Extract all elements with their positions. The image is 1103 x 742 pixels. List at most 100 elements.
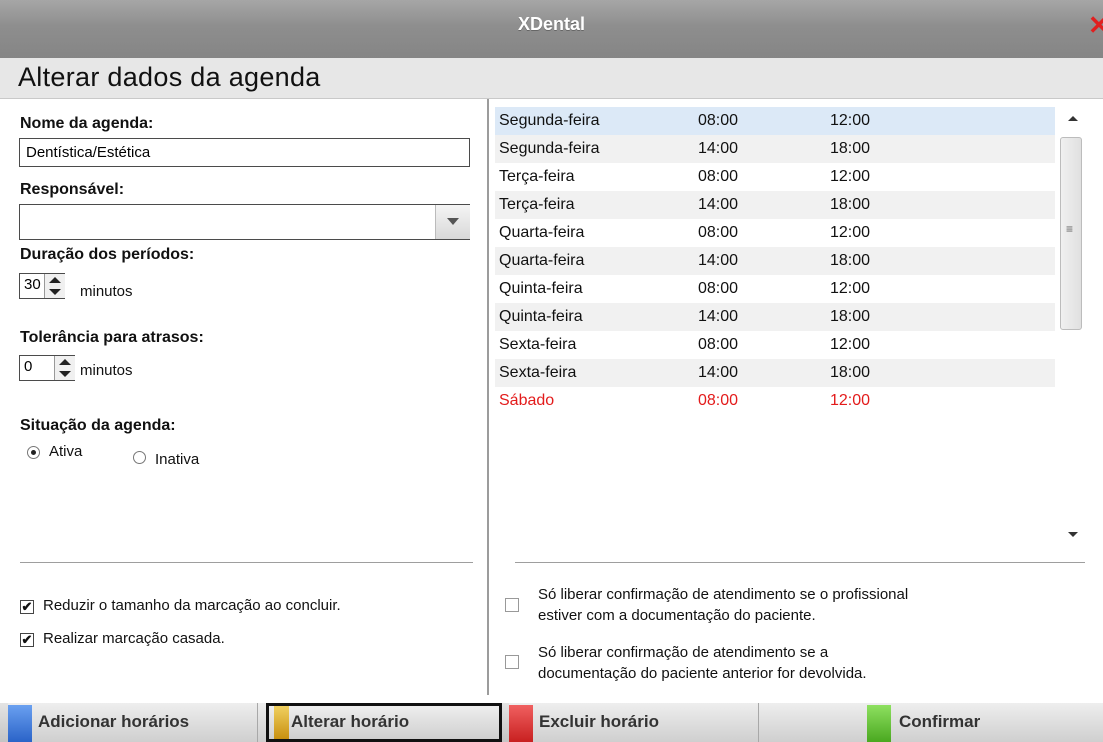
chevron-down-icon[interactable] bbox=[435, 205, 470, 239]
adicionar-label: Adicionar horários bbox=[38, 712, 190, 731]
schedule-end: 18:00 bbox=[830, 364, 871, 381]
blue-indicator bbox=[8, 705, 32, 742]
schedule-day: Quarta-feira bbox=[499, 252, 585, 269]
duracao-unit: minutos bbox=[80, 283, 133, 300]
red-indicator bbox=[509, 705, 533, 742]
reduzir-checkbox[interactable]: ✔ bbox=[20, 600, 34, 614]
schedule-row[interactable]: Sábado 08:00 12:00 bbox=[495, 387, 1055, 415]
schedule-row[interactable]: Quarta-feira 08:00 12:00 bbox=[495, 219, 1055, 247]
situacao-inativa-radio[interactable] bbox=[133, 451, 146, 464]
opt2-checkbox[interactable] bbox=[505, 655, 519, 669]
schedule-row[interactable]: Terça-feira 08:00 12:00 bbox=[495, 163, 1055, 191]
schedule-row[interactable]: Segunda-feira 14:00 18:00 bbox=[495, 135, 1055, 163]
schedule-row[interactable]: Quarta-feira 14:00 18:00 bbox=[495, 247, 1055, 275]
schedule-day: Segunda-feira bbox=[499, 112, 600, 129]
situacao-ativa-radio[interactable] bbox=[27, 446, 40, 459]
left-separator bbox=[20, 562, 473, 563]
responsavel-label: Responsável: bbox=[20, 181, 125, 198]
opt1-text: Só liberar confirmação de atendimento se… bbox=[538, 584, 908, 626]
schedule-start: 14:00 bbox=[698, 364, 739, 381]
panel-divider bbox=[487, 99, 489, 695]
schedule-end: 12:00 bbox=[830, 392, 871, 409]
opt1-line1: Só liberar confirmação de atendimento se… bbox=[538, 586, 909, 603]
schedule-end: 18:00 bbox=[830, 140, 871, 157]
schedule-day: Sexta-feira bbox=[499, 336, 577, 353]
situacao-label: Situação da agenda: bbox=[20, 417, 176, 434]
schedule-day: Sábado bbox=[499, 392, 555, 409]
schedule-row[interactable]: Quinta-feira 14:00 18:00 bbox=[495, 303, 1055, 331]
responsavel-select[interactable] bbox=[19, 204, 470, 240]
schedule-start: 14:00 bbox=[698, 308, 739, 325]
schedule-start: 08:00 bbox=[698, 168, 739, 185]
opt2-line2: documentação do paciente anterior for de… bbox=[538, 665, 867, 682]
confirmar-button[interactable]: Confirmar bbox=[867, 703, 1103, 742]
duracao-label: Duração dos períodos: bbox=[20, 246, 195, 263]
schedule-day: Quinta-feira bbox=[499, 280, 583, 297]
schedule-day: Sexta-feira bbox=[499, 364, 577, 381]
close-icon[interactable]: ✕ bbox=[1088, 12, 1103, 38]
schedule-start: 14:00 bbox=[698, 140, 739, 157]
nome-label: Nome da agenda: bbox=[20, 115, 154, 132]
situacao-inativa-label: Inativa bbox=[155, 451, 200, 468]
schedule-row[interactable]: Sexta-feira 14:00 18:00 bbox=[495, 359, 1055, 387]
arrow-up-icon[interactable] bbox=[45, 274, 65, 286]
scroll-thumb[interactable] bbox=[1060, 137, 1082, 330]
casada-label: Realizar marcação casada. bbox=[43, 630, 225, 647]
schedule-row[interactable]: Quinta-feira 08:00 12:00 bbox=[495, 275, 1055, 303]
schedule-start: 14:00 bbox=[698, 252, 739, 269]
yellow-indicator bbox=[274, 706, 289, 739]
footer-spacer-2 bbox=[759, 703, 867, 742]
schedule-day: Terça-feira bbox=[499, 196, 575, 213]
confirmar-label: Confirmar bbox=[899, 712, 981, 731]
schedule-start: 08:00 bbox=[698, 112, 739, 129]
vertical-scrollbar[interactable] bbox=[1057, 104, 1087, 552]
window-title: XDental bbox=[517, 14, 586, 34]
excluir-horario-button[interactable]: Excluir horário bbox=[509, 703, 759, 742]
tolerancia-spin-buttons[interactable] bbox=[54, 356, 75, 380]
schedule-start: 08:00 bbox=[698, 336, 739, 353]
casada-checkbox[interactable]: ✔ bbox=[20, 633, 34, 647]
tolerancia-value: 0 bbox=[24, 358, 33, 375]
schedule-row[interactable]: Segunda-feira 08:00 12:00 bbox=[495, 107, 1055, 135]
page-title: Alterar dados da agenda bbox=[18, 62, 321, 92]
schedule-end: 12:00 bbox=[830, 168, 871, 185]
duracao-spin-buttons[interactable] bbox=[44, 274, 65, 298]
opt1-line2: estiver com a documentação do paciente. bbox=[538, 607, 816, 624]
opt2-line1: Só liberar confirmação de atendimento se… bbox=[538, 644, 829, 661]
schedule-end: 12:00 bbox=[830, 112, 871, 129]
alterar-horario-button[interactable]: Alterar horário bbox=[266, 703, 502, 742]
schedule-end: 12:00 bbox=[830, 224, 871, 241]
schedule-list[interactable]: Segunda-feira 08:00 12:00 Segunda-feira 14:0… bbox=[495, 107, 1055, 549]
duracao-stepper[interactable]: 30 bbox=[19, 273, 65, 299]
schedule-start: 08:00 bbox=[698, 280, 739, 297]
tolerancia-label: Tolerância para atrasos: bbox=[20, 329, 204, 346]
arrow-down-icon[interactable] bbox=[45, 286, 65, 298]
schedule-row[interactable]: Terça-feira 14:00 18:00 bbox=[495, 191, 1055, 219]
reduzir-label: Reduzir o tamanho da marcação ao conclui… bbox=[43, 597, 341, 614]
schedule-start: 08:00 bbox=[698, 224, 739, 241]
schedule-end: 18:00 bbox=[830, 196, 871, 213]
arrow-up-icon[interactable] bbox=[55, 356, 75, 368]
tolerancia-stepper[interactable]: 0 bbox=[19, 355, 75, 381]
situacao-ativa-label: Ativa bbox=[49, 443, 83, 460]
adicionar-horarios-button[interactable]: Adicionar horários bbox=[8, 703, 258, 742]
opt1-checkbox[interactable] bbox=[505, 598, 519, 612]
right-separator bbox=[515, 562, 1085, 563]
schedule-end: 12:00 bbox=[830, 336, 871, 353]
schedule-row[interactable]: Sexta-feira 08:00 12:00 bbox=[495, 331, 1055, 359]
arrow-down-icon[interactable] bbox=[55, 368, 75, 380]
schedule-end: 18:00 bbox=[830, 308, 871, 325]
schedule-day: Quarta-feira bbox=[499, 224, 585, 241]
nome-agenda-input[interactable] bbox=[19, 138, 470, 167]
schedule-day: Quinta-feira bbox=[499, 308, 583, 325]
green-indicator bbox=[867, 705, 891, 742]
duracao-value: 30 bbox=[24, 276, 41, 293]
page-header: Alterar dados da agenda bbox=[0, 58, 1103, 99]
schedule-end: 12:00 bbox=[830, 280, 871, 297]
excluir-label: Excluir horário bbox=[539, 712, 659, 731]
schedule-start: 14:00 bbox=[698, 196, 739, 213]
tolerancia-unit: minutos bbox=[80, 362, 133, 379]
schedule-day: Segunda-feira bbox=[499, 140, 600, 157]
schedule-day: Terça-feira bbox=[499, 168, 575, 185]
schedule-end: 18:00 bbox=[830, 252, 871, 269]
